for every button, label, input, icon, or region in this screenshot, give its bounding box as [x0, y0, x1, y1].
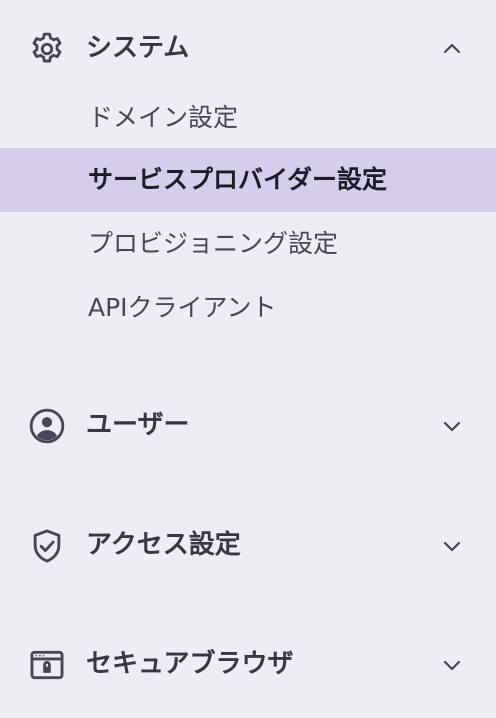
sidebar-item-label: プロビジョニング設定 — [88, 229, 339, 258]
sidebar-item-label: APIクライアント — [88, 293, 277, 322]
chevron-down-icon — [440, 653, 464, 677]
section-access-settings-header[interactable]: アクセス設定 — [0, 515, 496, 575]
section-system-header[interactable]: システム — [0, 18, 496, 78]
section-users-header[interactable]: ユーザー — [0, 395, 496, 455]
sidebar-item-label: ドメイン設定 — [88, 103, 239, 132]
sidebar-item-label: サービスプロバイダー設定 — [88, 165, 388, 194]
section-access-settings-label: アクセス設定 — [86, 530, 241, 560]
sidebar-item-service-provider-settings[interactable]: サービスプロバイダー設定 — [0, 148, 496, 212]
browser-lock-icon — [28, 646, 66, 684]
section-secure-browser-header[interactable]: セキュアブラウザ — [0, 634, 496, 694]
chevron-up-icon — [440, 37, 464, 61]
sidebar-item-api-clients[interactable]: APIクライアント — [0, 276, 496, 340]
section-system-label: システム — [86, 33, 190, 63]
chevron-down-icon — [440, 534, 464, 558]
sidebar-nav: システム ドメイン設定 サービスプロバイダー設定 プロビジョニング設定 APIク… — [0, 0, 496, 718]
chevron-down-icon — [440, 414, 464, 438]
gear-icon — [28, 30, 66, 68]
shield-check-icon — [28, 527, 66, 565]
section-users-label: ユーザー — [86, 410, 190, 440]
user-circle-icon — [28, 407, 66, 445]
sidebar-item-domain-settings[interactable]: ドメイン設定 — [0, 86, 496, 150]
section-secure-browser-label: セキュアブラウザ — [86, 649, 294, 679]
sidebar-item-provisioning-settings[interactable]: プロビジョニング設定 — [0, 212, 496, 276]
